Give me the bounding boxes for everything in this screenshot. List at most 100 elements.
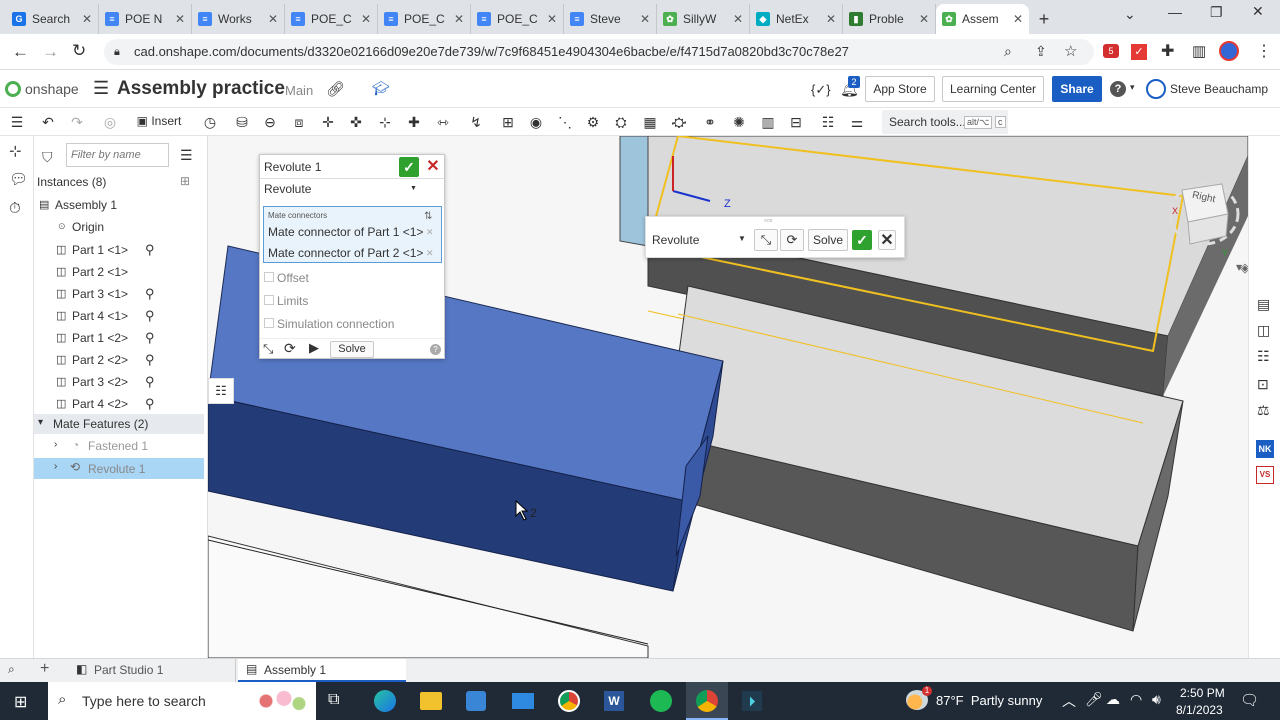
- display-mode-icon[interactable]: ◈: [1240, 260, 1248, 276]
- expand-chevron-icon[interactable]: ›: [54, 439, 57, 450]
- help-icon[interactable]: ?: [1110, 81, 1126, 97]
- part-instance-item[interactable]: ◫ Part 1 <2> ⚲: [34, 330, 204, 350]
- mate-connectors-box[interactable]: Mate connectors ⇅ Mate connector of Part…: [263, 206, 442, 263]
- render-icon[interactable]: ◎: [100, 112, 120, 132]
- taskbar-search[interactable]: ⌕ Type here to search: [48, 682, 316, 720]
- floating-mate-type-select[interactable]: Revolute ▼: [652, 233, 748, 253]
- help-chevron-icon[interactable]: ▾: [1130, 82, 1135, 93]
- share-button[interactable]: Share: [1052, 76, 1102, 102]
- slider-mate-icon[interactable]: ⊹: [375, 112, 395, 132]
- explode-icon[interactable]: ✺: [729, 112, 749, 132]
- cancel-icon[interactable]: ✕: [424, 157, 442, 177]
- task-view-icon[interactable]: ⧉: [328, 691, 339, 709]
- microphone-icon[interactable]: 🎤︎: [1085, 691, 1103, 708]
- feature-list-popout-icon[interactable]: ☷: [208, 378, 234, 404]
- tangent-mate-icon[interactable]: ↯: [466, 112, 486, 132]
- tray-chevron-icon[interactable]: ︿: [1062, 691, 1076, 711]
- mass-properties-icon[interactable]: ⊡: [1257, 376, 1269, 393]
- instances-header[interactable]: Instances (8): [37, 175, 106, 189]
- browser-tab[interactable]: ≡ POE_C ✕: [378, 4, 471, 34]
- mate-features-header-row[interactable]: ▾ Mate Features (2): [34, 414, 204, 434]
- revolute-mate-icon[interactable]: ✜: [346, 112, 366, 132]
- checkbox-icon[interactable]: [264, 318, 274, 328]
- remove-connector-2-icon[interactable]: ✕: [426, 248, 434, 259]
- zoom-icon[interactable]: ⌕: [1004, 43, 1012, 60]
- volume-icon[interactable]: 🔊︎: [1152, 691, 1161, 708]
- bom-panel-icon[interactable]: ☷: [1257, 348, 1270, 365]
- replicate-icon[interactable]: ⛁: [232, 112, 252, 132]
- app-nk-icon[interactable]: NK: [1256, 440, 1274, 458]
- tab-assembly[interactable]: ▤ Assembly 1: [238, 659, 406, 682]
- timer-icon[interactable]: ⏱︎: [9, 200, 21, 217]
- code-icon[interactable]: {✓}: [811, 82, 831, 98]
- flip-primary-icon[interactable]: ⤡: [754, 229, 778, 251]
- search-tabs-icon[interactable]: ⌕: [8, 662, 15, 677]
- screw-relation-icon[interactable]: ▦: [640, 112, 660, 132]
- mail-icon[interactable]: [512, 693, 534, 709]
- gear-relation-icon[interactable]: ⚙: [583, 112, 603, 132]
- linear-relation-icon[interactable]: ⛮: [669, 112, 689, 132]
- browser-tab[interactable]: ≡ Steve ✕: [564, 4, 657, 34]
- filter-input[interactable]: [66, 143, 169, 167]
- checkbox-icon[interactable]: [264, 272, 274, 282]
- mate-item-revolute[interactable]: › ⟲ Revolute 1: [34, 458, 204, 479]
- user-name[interactable]: Steve Beauchamp: [1170, 82, 1268, 96]
- assembly-item[interactable]: Assembly 1: [55, 198, 117, 212]
- part-instance-item[interactable]: ◫ Part 2 <2> ⚲: [34, 352, 204, 372]
- wifi-icon[interactable]: ◠: [1130, 691, 1142, 708]
- browser-tab[interactable]: ≡ POE N ✕: [99, 4, 192, 34]
- fastened-mate-icon[interactable]: ✛: [318, 112, 338, 132]
- mate-option-checkbox[interactable]: Limits: [264, 292, 442, 310]
- window-close-icon[interactable]: ✕: [1252, 3, 1264, 20]
- part-instance-item[interactable]: ◫ Part 4 <1> ⚲: [34, 308, 204, 328]
- tab-part-studio[interactable]: ◧ Part Studio 1: [68, 659, 236, 682]
- floating-cancel-icon[interactable]: ✕: [878, 230, 896, 250]
- flip-primary-icon[interactable]: ⤡: [263, 341, 273, 357]
- onshape-logo-icon[interactable]: [5, 81, 21, 97]
- mate-option-checkbox[interactable]: Offset: [264, 269, 442, 287]
- properties-icon[interactable]: ▤: [1257, 296, 1270, 313]
- linear-pattern-icon[interactable]: ⊖: [260, 112, 280, 132]
- browser-tab[interactable]: ◆ NetEx ✕: [750, 4, 843, 34]
- connector-2[interactable]: Mate connector of Part 2 <1>: [268, 246, 423, 260]
- tab-close-icon[interactable]: ✕: [1013, 12, 1023, 26]
- part-instance-item[interactable]: ◫ Part 4 <2> ⚲: [34, 396, 204, 416]
- learning-cap-icon[interactable]: 🎓︎: [372, 80, 390, 97]
- tab-close-icon[interactable]: ✕: [268, 12, 278, 26]
- search-tools-field[interactable]: Search tools... alt/⌥ c: [882, 110, 1008, 134]
- new-tab-button[interactable]: +: [1029, 4, 1059, 34]
- bookmark-star-icon[interactable]: ☆: [1064, 42, 1077, 60]
- mate-connector-icon[interactable]: ⚭: [700, 112, 720, 132]
- connector-1[interactable]: Mate connector of Part 1 <1>: [268, 225, 423, 239]
- filter-icon[interactable]: ⛉: [42, 149, 53, 166]
- chrome-icon[interactable]: [558, 690, 580, 712]
- browser-menu-icon[interactable]: ⋮: [1256, 41, 1272, 61]
- browser-tab[interactable]: ✿ SillyW ✕: [657, 4, 750, 34]
- bom-icon[interactable]: ☷: [818, 112, 838, 132]
- view-cube[interactable]: Right X Y: [1168, 170, 1240, 258]
- tab-close-icon[interactable]: ✕: [547, 12, 557, 26]
- forward-icon[interactable]: →: [42, 42, 59, 62]
- cylindrical-mate-icon[interactable]: ✚: [404, 112, 424, 132]
- history-icon[interactable]: ◷: [200, 112, 220, 132]
- extensions-puzzle-icon[interactable]: ✚: [1161, 41, 1174, 61]
- tab-close-icon[interactable]: ✕: [826, 12, 836, 26]
- share-page-icon[interactable]: ⇪: [1035, 43, 1047, 60]
- clock-time[interactable]: 2:50 PM: [1180, 686, 1225, 700]
- tree-icon[interactable]: ⊹: [9, 142, 22, 160]
- configure-icon[interactable]: ⚌: [847, 112, 867, 132]
- floating-accept-icon[interactable]: ✓: [852, 230, 872, 250]
- part-instance-item[interactable]: ◫ Part 2 <1>: [34, 264, 204, 284]
- word-icon[interactable]: W: [604, 691, 624, 711]
- create-folder-icon[interactable]: ⊞: [180, 174, 190, 188]
- tab-close-icon[interactable]: ✕: [640, 12, 650, 26]
- weather-text[interactable]: 87°F Partly sunny: [936, 693, 1042, 708]
- spotify-icon[interactable]: [650, 690, 672, 712]
- browser-tab[interactable]: ▮ Proble ✕: [843, 4, 936, 34]
- solve-button[interactable]: Solve: [330, 341, 374, 358]
- measure-icon[interactable]: ▥: [758, 112, 778, 132]
- document-title[interactable]: Assembly practice: [117, 78, 285, 100]
- add-tab-icon[interactable]: +: [40, 660, 49, 678]
- planar-mate-icon[interactable]: ⊞: [498, 112, 518, 132]
- link-icon[interactable]: 🔗︎: [326, 80, 345, 98]
